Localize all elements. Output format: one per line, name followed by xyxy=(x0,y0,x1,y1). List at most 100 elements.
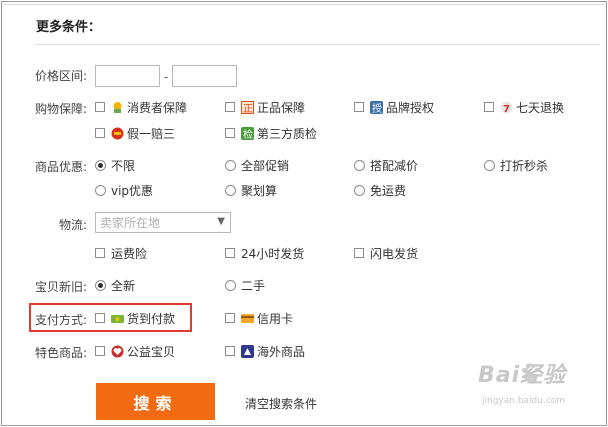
seven-day-return-icon: 7 xyxy=(500,101,513,115)
option-consumer-protection[interactable]: 消费者保障 xyxy=(95,99,187,115)
option-label: 搭配减价 xyxy=(370,158,419,173)
option-label: 二手 xyxy=(241,278,266,293)
svg-text:检: 检 xyxy=(243,128,253,140)
payment-label: 支付方式: xyxy=(35,313,88,327)
checkbox[interactable] xyxy=(225,313,235,323)
option-cash-on-delivery[interactable]: 货到付款 xyxy=(95,310,175,326)
option-brand-auth[interactable]: 授 品牌授权 xyxy=(354,99,434,115)
price-label: 价格区间: xyxy=(35,69,88,83)
radio-selected[interactable] xyxy=(95,159,106,171)
panel-title: 更多条件： xyxy=(36,20,102,35)
option-label: 闪电发货 xyxy=(370,246,419,261)
option-label: 全新 xyxy=(111,278,136,293)
option-label: 运费险 xyxy=(111,246,148,261)
option-label: 消费者保障 xyxy=(127,100,188,115)
option-label: 免运费 xyxy=(370,183,407,198)
option-label: 全部促销 xyxy=(241,158,290,173)
option-label: 假一赔三 xyxy=(127,126,176,141)
option-label: 品牌授权 xyxy=(386,100,435,115)
cash-on-delivery-icon xyxy=(111,312,124,325)
charity-icon xyxy=(111,345,124,358)
option-genuine[interactable]: 正 正品保障 xyxy=(225,99,305,115)
radio-free-shipping[interactable]: 免运费 xyxy=(354,182,406,198)
option-label: vip优惠 xyxy=(111,183,154,198)
checkbox[interactable] xyxy=(95,248,105,258)
option-seven-day-return[interactable]: 7 七天退换 xyxy=(484,99,564,115)
option-charity[interactable]: 公益宝贝 xyxy=(95,343,175,359)
radio[interactable] xyxy=(225,184,236,196)
option-label: 24小时发货 xyxy=(241,246,305,261)
overseas-icon xyxy=(241,344,254,358)
price-max-input[interactable] xyxy=(172,65,237,87)
radio[interactable] xyxy=(225,159,236,171)
condition-label: 宝贝新旧: xyxy=(35,280,88,294)
radio-used[interactable]: 二手 xyxy=(225,277,265,293)
checkbox[interactable] xyxy=(95,313,105,323)
watermark-url: jingyan.baidu.com xyxy=(482,396,566,406)
option-flash-shipping[interactable]: 闪电发货 xyxy=(354,245,418,261)
option-label: 海外商品 xyxy=(257,344,306,359)
logistics-label: 物流: xyxy=(59,218,88,232)
radio[interactable] xyxy=(354,184,365,196)
search-button[interactable]: 搜索 xyxy=(96,383,215,420)
checkbox[interactable] xyxy=(225,248,235,258)
checkbox[interactable] xyxy=(95,102,105,112)
radio-vip[interactable]: vip优惠 xyxy=(95,182,153,198)
genuine-icon: 正 xyxy=(241,100,254,115)
radio[interactable] xyxy=(354,159,365,171)
checkbox[interactable] xyxy=(95,128,105,138)
option-label: 七天退换 xyxy=(516,100,565,115)
checkbox[interactable] xyxy=(484,102,494,112)
title-divider xyxy=(34,44,600,45)
svg-text:授: 授 xyxy=(372,102,382,114)
watermark-logo: Bai经验 xyxy=(478,363,567,388)
credit-card-icon xyxy=(241,312,254,325)
third-party-qc-icon: 检 xyxy=(241,126,254,141)
clear-conditions-link[interactable]: 清空搜索条件 xyxy=(245,395,317,412)
radio-no-limit[interactable]: 不限 xyxy=(95,157,135,173)
radio-juhuasuan[interactable]: 聚划算 xyxy=(225,182,277,198)
option-label: 信用卡 xyxy=(257,311,294,326)
option-24h-shipping[interactable]: 24小时发货 xyxy=(225,245,304,261)
radio-flash-sale[interactable]: 打折秒杀 xyxy=(484,157,548,173)
brand-auth-icon: 授 xyxy=(370,100,383,115)
svg-text:正: 正 xyxy=(243,104,253,114)
option-label: 不限 xyxy=(111,158,136,173)
checkbox[interactable] xyxy=(354,102,364,112)
option-label: 第三方质检 xyxy=(257,126,318,141)
radio-selected[interactable] xyxy=(95,279,106,291)
chevron-down-icon: ▼ xyxy=(217,216,225,227)
option-fake-compensation[interactable]: 假一赔三 xyxy=(95,125,175,141)
option-label: 打折秒杀 xyxy=(500,158,549,173)
radio[interactable] xyxy=(484,159,495,171)
radio[interactable] xyxy=(95,184,106,196)
svg-text:7: 7 xyxy=(503,104,510,114)
checkbox[interactable] xyxy=(225,346,235,356)
special-label: 特色商品: xyxy=(35,346,88,360)
discount-label: 商品优惠: xyxy=(35,160,88,174)
price-separator: - xyxy=(164,70,169,84)
price-min-input[interactable] xyxy=(95,65,160,87)
option-overseas[interactable]: 海外商品 xyxy=(225,343,305,359)
option-label: 货到付款 xyxy=(127,311,176,326)
location-placeholder: 卖家所在地 xyxy=(100,216,161,230)
checkbox[interactable] xyxy=(354,248,364,258)
checkbox[interactable] xyxy=(225,102,235,112)
option-shipping-insurance[interactable]: 运费险 xyxy=(95,245,147,261)
radio-bundle-discount[interactable]: 搭配减价 xyxy=(354,157,418,173)
guarantee-label: 购物保障: xyxy=(35,102,88,116)
panel-top-rule xyxy=(4,4,604,5)
option-label: 聚划算 xyxy=(241,183,278,198)
option-label: 正品保障 xyxy=(257,100,306,115)
fake-compensation-icon xyxy=(111,127,124,140)
radio-all-promotion[interactable]: 全部促销 xyxy=(225,157,289,173)
checkbox[interactable] xyxy=(95,346,105,356)
radio[interactable] xyxy=(225,279,236,291)
radio-new[interactable]: 全新 xyxy=(95,277,135,293)
option-credit-card[interactable]: 信用卡 xyxy=(225,310,293,326)
option-label: 公益宝贝 xyxy=(127,344,176,359)
checkbox[interactable] xyxy=(225,128,235,138)
consumer-protection-icon xyxy=(111,101,124,114)
option-third-party-qc[interactable]: 检 第三方质检 xyxy=(225,125,317,141)
location-select[interactable]: 卖家所在地 ▼ xyxy=(95,212,231,233)
